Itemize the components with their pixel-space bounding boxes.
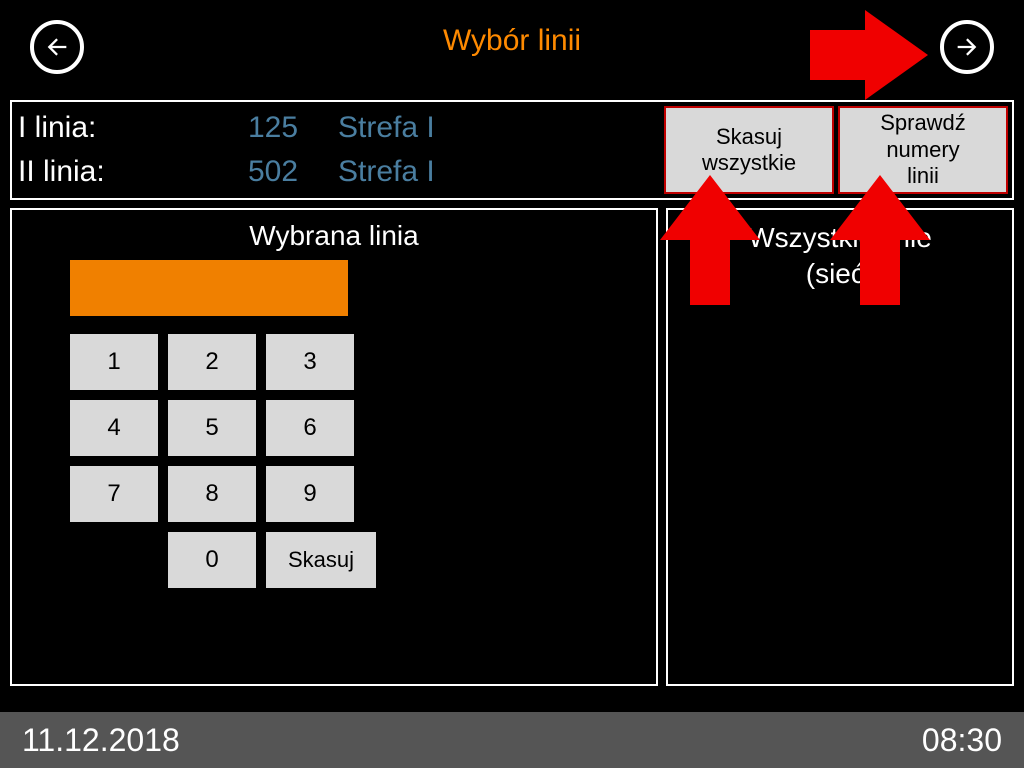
key-9[interactable]: 9 <box>266 466 354 522</box>
delete-all-button[interactable]: Skasuj wszystkie <box>664 106 834 194</box>
line-label: II linia: <box>18 155 208 189</box>
line-zone: Strefa I <box>338 111 435 145</box>
arrow-right-icon <box>953 33 981 61</box>
keypad-panel: Wybrana linia 1 2 3 4 5 6 7 8 9 0 Skasuj <box>10 208 658 686</box>
all-lines-label-2: (sieć) <box>668 258 1012 290</box>
status-time: 08:30 <box>922 722 1002 759</box>
selected-line-display <box>70 260 348 316</box>
key-0[interactable]: 0 <box>168 532 256 588</box>
info-buttons: Skasuj wszystkie Sprawdź numery linii <box>664 106 1008 194</box>
all-lines-panel[interactable]: Wszystkie linie (sieć) <box>666 208 1014 686</box>
line-info-grid: I linia: 125 Strefa I II linia: 502 Stre… <box>18 106 435 194</box>
key-clear[interactable]: Skasuj <box>266 532 376 588</box>
line-number: 125 <box>208 111 338 145</box>
keypad: 1 2 3 4 5 6 7 8 9 0 Skasuj <box>70 334 380 588</box>
line-info-panel: I linia: 125 Strefa I II linia: 502 Stre… <box>10 100 1014 200</box>
next-button[interactable] <box>940 20 994 74</box>
line-label: I linia: <box>18 111 208 145</box>
key-4[interactable]: 4 <box>70 400 158 456</box>
status-bar: 11.12.2018 08:30 <box>0 712 1024 768</box>
key-1[interactable]: 1 <box>70 334 158 390</box>
key-3[interactable]: 3 <box>266 334 354 390</box>
page-title: Wybór linii <box>0 24 1024 58</box>
line-number: 502 <box>208 155 338 189</box>
keypad-title: Wybrana linia <box>12 220 656 252</box>
key-2[interactable]: 2 <box>168 334 256 390</box>
line-row: II linia: 502 Strefa I <box>18 150 435 194</box>
key-5[interactable]: 5 <box>168 400 256 456</box>
key-8[interactable]: 8 <box>168 466 256 522</box>
all-lines-label-1: Wszystkie linie <box>668 222 1012 254</box>
key-6[interactable]: 6 <box>266 400 354 456</box>
line-zone: Strefa I <box>338 155 435 189</box>
check-numbers-button[interactable]: Sprawdź numery linii <box>838 106 1008 194</box>
line-row: I linia: 125 Strefa I <box>18 106 435 150</box>
key-7[interactable]: 7 <box>70 466 158 522</box>
header: Wybór linii <box>0 0 1024 92</box>
status-date: 11.12.2018 <box>22 722 180 759</box>
